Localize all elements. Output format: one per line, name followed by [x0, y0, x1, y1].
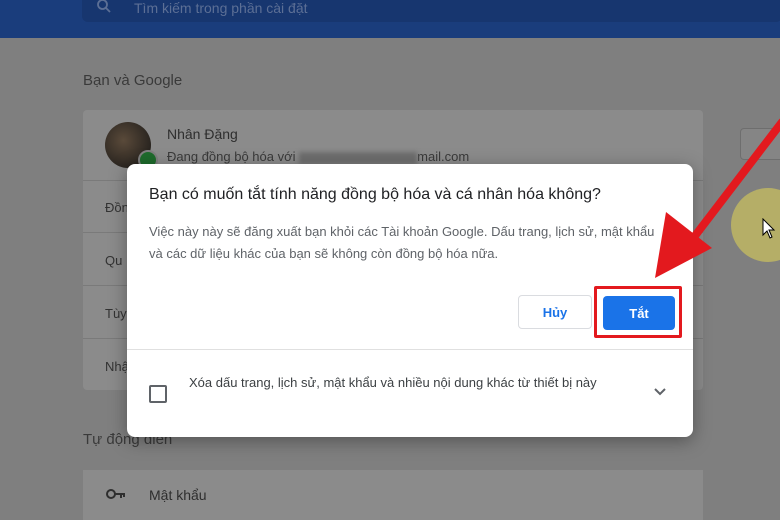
- cancel-button[interactable]: Hủy: [518, 295, 592, 329]
- dialog-description: Việc này này sẽ đăng xuất bạn khỏi các T…: [149, 224, 655, 261]
- redacted-email: [299, 151, 418, 164]
- section-title-you-and-google: Bạn và Google: [83, 72, 183, 89]
- search-input[interactable]: Tìm kiếm trong phần cài đặt: [134, 0, 308, 16]
- settings-row-customize[interactable]: Tùy: [105, 306, 127, 321]
- passwords-label: Mật khẩu: [149, 487, 207, 503]
- clear-data-checkbox-label[interactable]: Xóa dấu trang, lịch sử, mật khẩu và nhiề…: [189, 372, 629, 394]
- clear-data-checkbox[interactable]: [149, 385, 167, 403]
- mouse-cursor-icon: [762, 218, 776, 239]
- sync-prefix-text: Đang đồng bộ hóa với: [167, 149, 296, 164]
- turn-off-sync-button[interactable]: [740, 128, 780, 160]
- search-icon: [97, 0, 111, 13]
- account-name: Nhân Đặng: [167, 126, 238, 142]
- key-icon: [106, 489, 125, 499]
- email-suffix-text: mail.com: [417, 149, 470, 164]
- top-bar: Tìm kiếm trong phần cài đặt: [0, 0, 780, 38]
- settings-row-import[interactable]: Nhậ: [105, 359, 129, 374]
- turn-off-sync-dialog: Bạn có muốn tắt tính năng đồng bộ hóa và…: [127, 164, 693, 437]
- chevron-down-icon[interactable]: [653, 387, 667, 397]
- annotation-highlight-box: [594, 286, 682, 338]
- settings-search-bar[interactable]: Tìm kiếm trong phần cài đặt: [82, 0, 780, 22]
- dialog-divider: [127, 349, 693, 350]
- settings-row-sync[interactable]: Đồn: [105, 200, 129, 215]
- account-sync-status: Đang đồng bộ hóa với mail.com: [167, 149, 469, 164]
- dialog-title: Bạn có muốn tắt tính năng đồng bộ hóa và…: [149, 186, 601, 203]
- settings-row-manage[interactable]: Qu: [105, 253, 122, 268]
